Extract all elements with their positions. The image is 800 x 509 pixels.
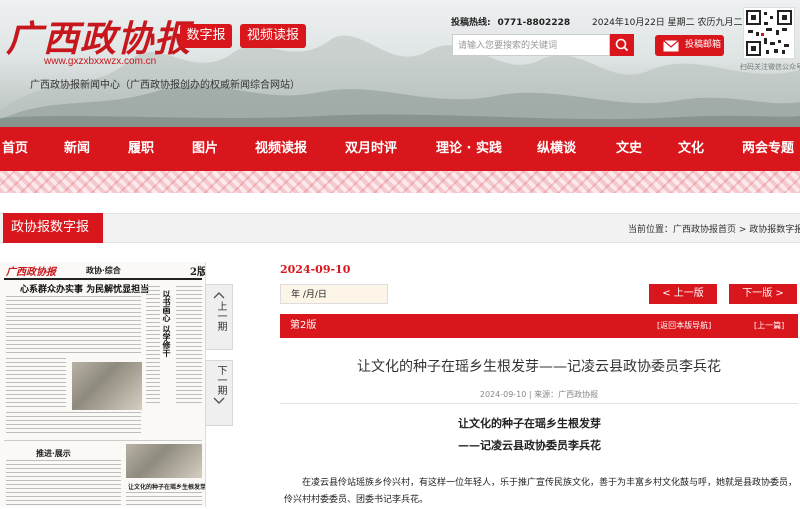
prev-issue-label: 上一期 [215, 301, 226, 331]
nav-item-photos[interactable]: 图片 [192, 127, 218, 171]
site-subtitle: 广西政协报新闻中心（广西政协报创办的权威新闻综合网站） [30, 80, 300, 91]
site-header: 广西政协报 www.gxzxbxxwzx.com.cn 广西政协报新闻中心（广西… [0, 0, 800, 127]
paper-text-block [176, 286, 202, 406]
search-input[interactable]: 请输入您要搜索的关键词 [452, 34, 610, 56]
nav-item-commentary[interactable]: 纵横谈 [537, 127, 576, 171]
nav-item-video[interactable]: 视频读报 [255, 127, 307, 171]
article-title: 让文化的种子在瑶乡生根发芽——记凌云县政协委员李兵花 [357, 359, 721, 375]
hotline-number: 0771-8802228 [497, 18, 571, 28]
paper-page-no: 2版 [190, 267, 206, 278]
page-label: 第2版 [290, 320, 317, 331]
next-edition-button[interactable]: 下一版 > [729, 284, 797, 304]
hotline: 投稿热线: 0771-8802228 [451, 15, 570, 28]
paper-masthead: 广西政协报 [6, 267, 56, 278]
paper-rule [4, 440, 202, 441]
paper-headline-2: 以书画心 以学修干 [162, 290, 172, 357]
paper-photo [72, 362, 142, 410]
next-issue-label: 下一期 [215, 365, 226, 395]
prev-article-link[interactable]: [上一篇] [754, 314, 784, 338]
chevron-up-icon [213, 292, 225, 299]
paper-headline-1: 心系群众办实事 为民解忧显担当 [20, 285, 150, 295]
paper-rule [4, 278, 202, 280]
site-logo[interactable]: 广西政协报 [6, 10, 191, 62]
page-bar: 第2版 [返回本版导航] [上一篇] [280, 314, 798, 338]
mail-label: 投稿邮箱 [685, 40, 722, 50]
search-icon [615, 38, 629, 52]
paper-text-block [146, 286, 160, 406]
back-to-page-nav-link[interactable]: [返回本版导航] [657, 314, 711, 338]
site-url: www.gxzxbxxwzx.com.cn [44, 56, 157, 67]
prev-edition-button[interactable]: < 上一版 [649, 284, 717, 304]
nav-item-two-sessions[interactable]: 两会专题 [742, 127, 794, 171]
date-picker-input[interactable]: 年 /月/日 [280, 284, 388, 304]
article-body-subtitle: ——记凌云县政协委员李兵花 [458, 439, 601, 452]
paper-text-block [126, 492, 202, 507]
mail-icon [663, 40, 679, 52]
qr-code [743, 7, 795, 59]
submit-mail-button[interactable]: 投稿邮箱 [655, 35, 724, 56]
paper-photo [126, 444, 202, 478]
nav-item-bimonthly[interactable]: 双月时评 [345, 127, 397, 171]
main-nav: 首页 新闻 履职 图片 视频读报 双月时评 理论 · 实践 纵横谈 文史 文化 … [0, 127, 800, 171]
digital-paper-button[interactable]: 数字报 [180, 24, 232, 48]
publication-date: 2024-09-10 [280, 263, 351, 276]
nav-item-history[interactable]: 文史 [616, 127, 642, 171]
divider [280, 403, 798, 404]
breadcrumb[interactable]: 当前位置：广西政协报首页 > 政协报数字报 [628, 222, 800, 235]
paper-text-block [6, 358, 66, 408]
paper-text-block [6, 460, 121, 507]
nav-item-theory[interactable]: 理论 · 实践 [436, 127, 502, 171]
hotline-label: 投稿热线: [451, 18, 491, 28]
article-paragraph: 在凌云县伶站瑶族乡伶兴村，有这样一位年轻人，乐于推广宣传民族文化，善于为丰富乡村… [284, 478, 798, 505]
prev-issue-button[interactable]: 上一期 [205, 284, 233, 350]
article-body-title: 让文化的种子在瑶乡生根发芽 [458, 417, 601, 430]
chevron-down-icon [213, 397, 225, 404]
article-meta: 2024-09-10 | 来源：广西政协报 [479, 390, 599, 399]
decorative-pattern-overlay [0, 171, 800, 193]
nav-item-news[interactable]: 新闻 [64, 127, 90, 171]
nav-item-home[interactable]: 首页 [2, 127, 28, 171]
section-title: 政协报数字报 [3, 213, 103, 243]
nav-item-duty[interactable]: 履职 [128, 127, 154, 171]
qr-caption: 扫码关注微信公众号 [740, 63, 800, 71]
newspaper-page-thumbnail[interactable]: 广西政协报 政协·综合 2版 心系群众办实事 为民解忧显担当 以书画心 以学修干… [0, 262, 206, 507]
video-reading-button[interactable]: 视频读报 [240, 24, 306, 48]
search-button[interactable] [610, 34, 634, 56]
current-date: 2024年10月22日 星期二 农历九月二十 [592, 18, 752, 28]
nav-item-culture[interactable]: 文化 [678, 127, 704, 171]
qr-code-icon [746, 10, 792, 56]
paper-text-block [6, 296, 141, 354]
paper-headline-3: 推进·展示 [36, 448, 71, 458]
next-issue-button[interactable]: 下一期 [205, 360, 233, 426]
paper-section-label: 政协·综合 [86, 265, 121, 275]
paper-text-block [6, 412, 141, 436]
paper-headline-4: 让文化的种子在瑶乡生根发芽 [128, 484, 206, 491]
